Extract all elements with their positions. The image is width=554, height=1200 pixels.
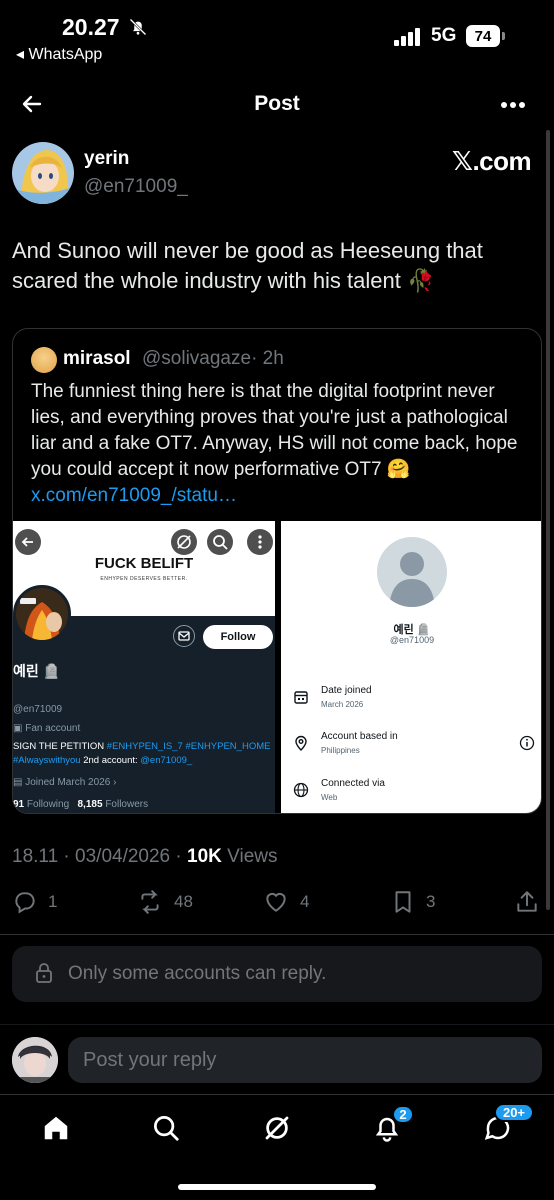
grok-icon[interactable] (262, 1113, 292, 1143)
my-avatar[interactable] (12, 1037, 58, 1083)
quote-author-handle: @solivagaze· 2h (142, 348, 284, 369)
reply-button[interactable]: 1 (12, 888, 57, 916)
reply-composer[interactable]: Post your reply (0, 1024, 554, 1094)
quote-author-avatar (31, 347, 57, 373)
like-button[interactable]: 4 (262, 888, 309, 916)
shot-back-icon (15, 529, 41, 555)
shot-bio: SIGN THE PETITION #ENHYPEN_IS_7 #ENHYPEN… (13, 741, 271, 766)
bookmark-count: 3 (426, 892, 436, 911)
search-icon[interactable] (151, 1113, 181, 1143)
shot-display-name: 예린 🪦 (13, 663, 61, 679)
scrollbar[interactable] (546, 130, 550, 910)
home-icon[interactable] (41, 1113, 71, 1143)
quote-author-name: mirasol (63, 348, 131, 369)
bell-muted-icon (129, 18, 147, 36)
globe-icon (293, 782, 309, 798)
reply-icon (15, 892, 35, 914)
shot-joined: ▤ Joined March 2026 › (13, 777, 117, 788)
author-name[interactable]: yerin (84, 148, 129, 170)
connected-via-label: Connected via (321, 778, 385, 789)
author-avatar[interactable] (12, 142, 74, 204)
date-joined-label: Date joined (321, 685, 372, 696)
repost-count: 48 (174, 892, 193, 911)
default-avatar-icon (377, 537, 447, 607)
repost-button[interactable]: 48 (136, 888, 193, 916)
quoted-post[interactable]: mirasol @solivagaze· 2h The funniest thi… (12, 328, 542, 814)
more-options-icon[interactable] (500, 101, 526, 109)
battery-icon: 74 (466, 25, 506, 47)
about-handle: @en71009 (389, 635, 435, 645)
based-in-value: Philippines (321, 746, 360, 755)
shot-message-icon (173, 625, 195, 647)
back-to-app-link[interactable]: ◂ WhatsApp (16, 44, 102, 64)
connected-via-value: Web (321, 793, 338, 802)
banner-subtitle: ENHYPEN DESERVES BETTER. (100, 576, 188, 582)
page-title: Post (254, 92, 300, 115)
like-count: 4 (300, 892, 310, 911)
status-time: 20.27 (62, 14, 120, 40)
shot-handle: @en71009 (13, 704, 63, 715)
author-handle[interactable]: @en71009_ (84, 176, 188, 198)
bookmark-icon (395, 891, 411, 913)
calendar-icon (294, 691, 308, 704)
quote-link[interactable]: x.com/en71009_/statu… (31, 485, 237, 506)
home-indicator (178, 1184, 376, 1190)
reply-restriction-notice: Only some accounts can reply. (12, 946, 542, 1002)
post-timestamp: 18.11 · 03/04/2026 · 10K Views (12, 846, 278, 867)
repost-icon (141, 890, 159, 914)
info-icon (519, 735, 535, 751)
based-in-label: Account based in (321, 731, 398, 742)
x-com-logo[interactable]: 𝕏.com (452, 146, 532, 177)
shot-follow-counts: 91 Following 8,185 Followers (13, 799, 149, 810)
reply-count: 1 (48, 892, 58, 911)
quote-text: The funniest thing here is that the digi… (31, 381, 518, 506)
tweet-text: And Sunoo will never be good as Heeseung… (12, 238, 483, 293)
about-account-screenshot[interactable]: 예린 🪦 @en71009 Date joined March 2026 Acc… (281, 521, 541, 813)
divider (0, 934, 554, 935)
cellular-signal-icon (394, 28, 420, 46)
shot-follow-button: Follow (203, 625, 273, 649)
location-pin-icon (295, 735, 307, 751)
date-joined-value: March 2026 (321, 700, 364, 709)
shot-fan-account: ▣ Fan account (13, 723, 81, 734)
restriction-text: Only some accounts can reply. (68, 963, 327, 984)
lock-icon (36, 963, 52, 983)
profile-screenshot[interactable]: FUCK BELIFT ENHYPEN DESERVES BETTER. Fol… (13, 521, 275, 813)
messages-badge: 20+ (494, 1103, 534, 1122)
shot-search-icon (207, 529, 233, 555)
share-icon (517, 891, 537, 912)
heart-icon (266, 892, 286, 912)
banner-title: FUCK BELIFT (94, 555, 194, 572)
shot-grok-icon (171, 529, 197, 555)
notifications-badge: 2 (392, 1105, 414, 1124)
bookmark-button[interactable]: 3 (390, 888, 435, 916)
reply-input[interactable]: Post your reply (68, 1037, 542, 1083)
shot-more-icon (247, 529, 273, 555)
shot-profile-picture (13, 585, 71, 643)
share-button[interactable] (514, 888, 540, 916)
battery-level: 74 (466, 25, 500, 47)
network-type: 5G (431, 25, 457, 46)
